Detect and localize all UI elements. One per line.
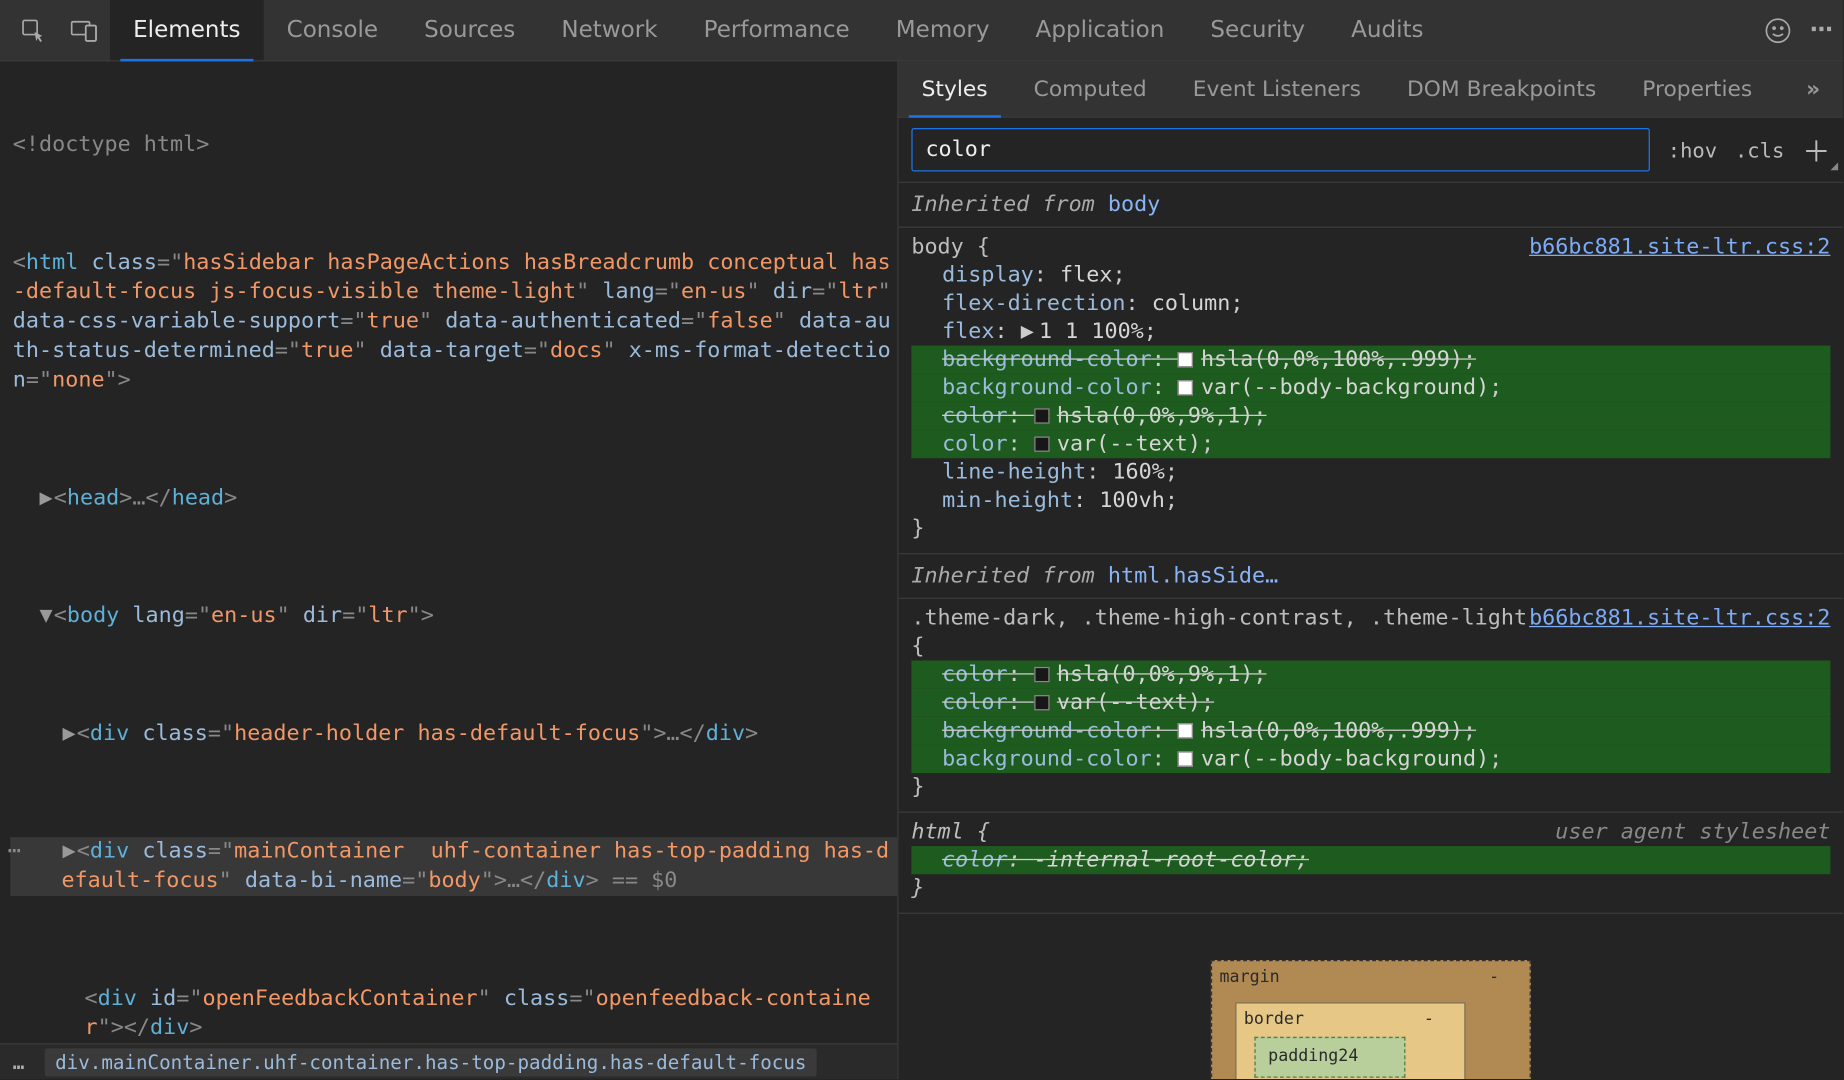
dom-doctype[interactable]: <!doctype html> [10,131,897,160]
box-model[interactable]: margin - border - padding24 [899,914,1844,1079]
new-style-rule-icon[interactable]: ＋ [1802,129,1830,170]
dom-tree[interactable]: <!doctype html> <html class="hasSidebar … [0,61,897,1043]
styles-filter-input[interactable] [911,128,1649,172]
inherited-from-body: Inherited from body [899,183,1844,228]
tabs-overflow-icon[interactable]: » [1783,61,1843,116]
styles-rules: Inherited from body b66bc881.site-ltr.cs… [899,183,1844,1079]
rule-source-link[interactable]: b66bc881.site-ltr.css:2 [1529,604,1830,632]
dom-main-div[interactable]: ⋯▶<div class="mainContainer uhf-containe… [10,837,897,896]
dom-header-div[interactable]: ▶<div class="header-holder has-default-f… [10,719,897,748]
tab-audits[interactable]: Audits [1328,0,1447,60]
tab-computed[interactable]: Computed [1011,61,1170,116]
feedback-smile-icon[interactable] [1764,16,1792,44]
tab-application[interactable]: Application [1013,0,1188,60]
hov-toggle[interactable]: :hov [1668,138,1717,162]
dom-body-open[interactable]: ▼<body lang="en-us" dir="ltr"> [10,602,897,631]
inherited-selector[interactable]: html.hasSide… [1108,563,1278,589]
devtools-toolbar: Elements Console Sources Network Perform… [0,0,1843,61]
tab-console[interactable]: Console [264,0,402,60]
styles-tabs: Styles Computed Event Listeners DOM Brea… [899,61,1844,117]
more-menu-icon[interactable]: ⋯ [1810,17,1836,44]
rule-html-ua[interactable]: user agent stylesheet html { color: -int… [899,813,1844,914]
tab-performance[interactable]: Performance [681,0,873,60]
rule-body[interactable]: b66bc881.site-ltr.css:2 body { display: … [899,228,1844,554]
styles-filter-row: :hov .cls ＋ [899,118,1844,183]
tab-elements[interactable]: Elements [110,0,263,60]
tab-properties[interactable]: Properties [1619,61,1775,116]
tab-dom-breakpoints[interactable]: DOM Breakpoints [1384,61,1619,116]
tab-event-listeners[interactable]: Event Listeners [1170,61,1384,116]
inspect-icon[interactable] [8,4,59,55]
cls-toggle[interactable]: .cls [1735,138,1784,162]
breadcrumb[interactable]: … div.mainContainer.uhf-container.has-to… [0,1043,897,1079]
breadcrumb-current[interactable]: div.mainContainer.uhf-container.has-top-… [45,1048,817,1076]
dom-openfeedback[interactable]: <div id="openFeedbackContainer" class="o… [10,984,897,1043]
rule-theme[interactable]: b66bc881.site-ltr.css:2 .theme-dark, .th… [899,599,1844,813]
tab-security[interactable]: Security [1187,0,1328,60]
tab-sources[interactable]: Sources [401,0,538,60]
device-toggle-icon[interactable] [59,4,110,55]
tab-styles[interactable]: Styles [899,61,1011,116]
dom-head[interactable]: ▶<head>…</head> [10,484,897,513]
breadcrumb-overflow-icon[interactable]: … [13,1050,27,1073]
dom-html-open[interactable]: <html class="hasSidebar hasPageActions h… [10,248,897,395]
main-tabs: Elements Console Sources Network Perform… [110,0,1446,60]
rule-source-ua: user agent stylesheet [1555,818,1830,846]
tab-network[interactable]: Network [538,0,680,60]
inherited-selector[interactable]: body [1108,192,1160,218]
rule-source-link[interactable]: b66bc881.site-ltr.css:2 [1529,233,1830,261]
inherited-from-html: Inherited from html.hasSide… [899,554,1844,599]
tab-memory[interactable]: Memory [873,0,1013,60]
